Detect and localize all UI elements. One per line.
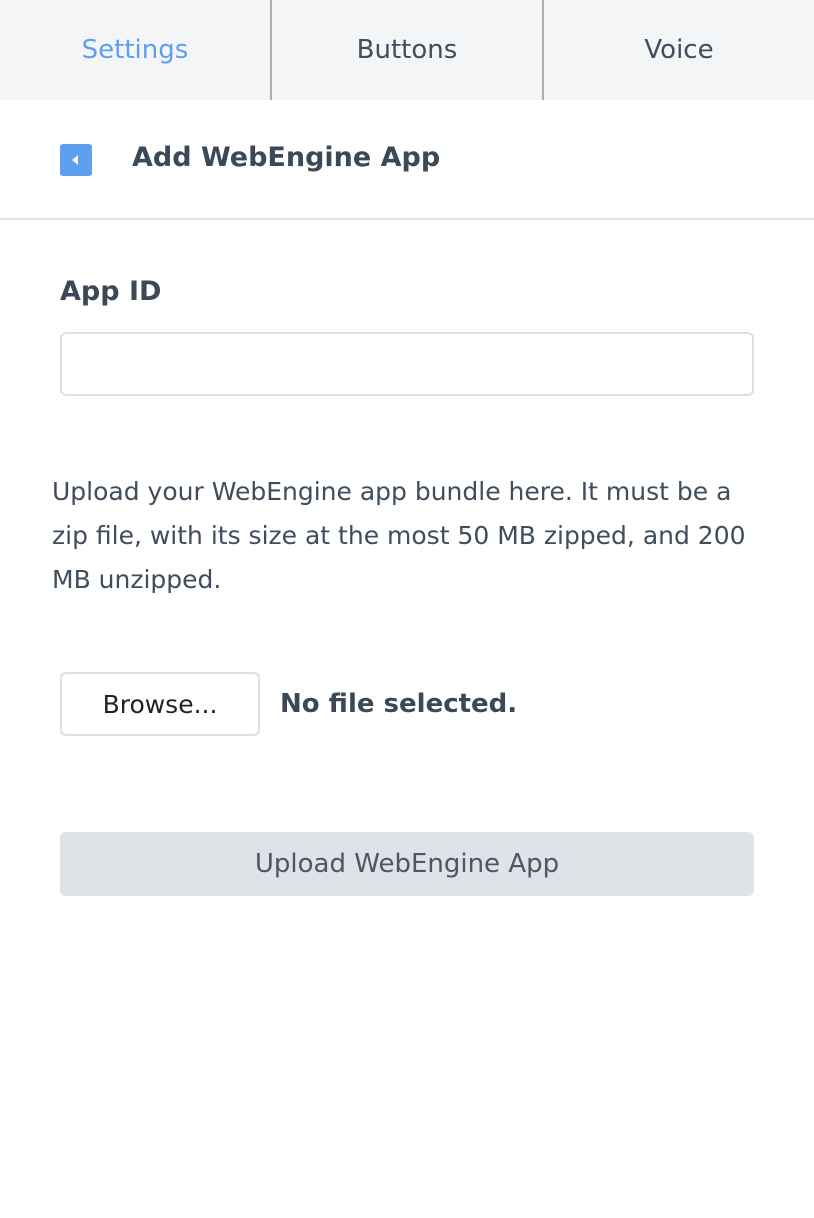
browse-button-label: Browse... — [102, 689, 218, 719]
tab-buttons-label: Buttons — [356, 35, 458, 65]
app-id-input[interactable] — [60, 332, 754, 396]
caret-left-icon — [72, 155, 78, 165]
page-title: Add WebEngine App — [132, 142, 441, 173]
subheader: Add WebEngine App — [0, 100, 814, 220]
tab-voice-label: Voice — [644, 35, 714, 65]
tab-bar: Settings Buttons Voice — [0, 0, 814, 100]
tab-buttons[interactable]: Buttons — [270, 0, 542, 100]
upload-button-label: Upload WebEngine App — [254, 849, 560, 879]
file-status-text: No file selected. — [280, 689, 518, 719]
app-id-label: App ID — [60, 276, 162, 307]
back-button[interactable] — [60, 144, 92, 176]
upload-button[interactable]: Upload WebEngine App — [60, 832, 754, 896]
tab-voice[interactable]: Voice — [542, 0, 814, 100]
upload-description: Upload your WebEngine app bundle here. I… — [52, 477, 746, 594]
browse-button[interactable]: Browse... — [60, 672, 260, 736]
tab-settings[interactable]: Settings — [0, 0, 270, 100]
tab-settings-label: Settings — [81, 35, 189, 65]
